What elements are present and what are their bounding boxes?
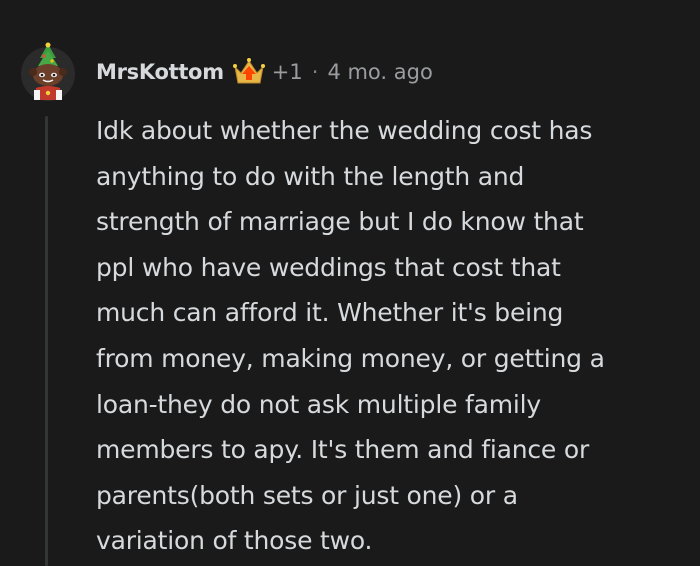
comment-timestamp[interactable]: 4 mo. ago <box>327 60 432 84</box>
comment-body: Idk about whether the wedding cost has a… <box>96 116 605 556</box>
username-link[interactable]: MrsKottom <box>96 60 224 84</box>
meta-separator: · <box>311 60 319 84</box>
comment-meta: MrsKottom +1 · 4 mo. ago <box>96 52 433 92</box>
comment: MrsKottom +1 · 4 mo. ago Idk about wheth… <box>0 0 700 566</box>
festive-snoo-avatar-icon <box>21 42 75 101</box>
award-count: +1 <box>271 60 303 84</box>
user-avatar[interactable] <box>18 42 78 102</box>
thread-collapse-line[interactable] <box>45 116 48 566</box>
crowned-upvote-award-icon[interactable] <box>232 55 266 89</box>
